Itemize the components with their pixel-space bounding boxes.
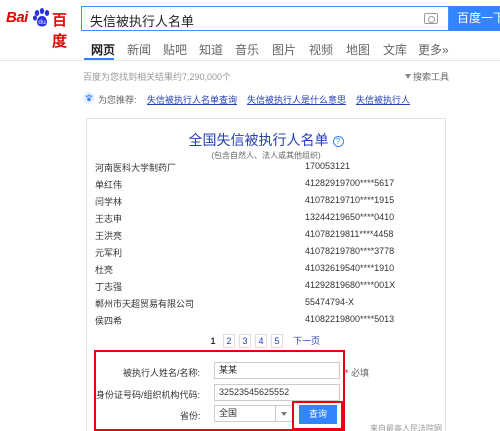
required-text: 必填 [351,368,370,378]
search-tools[interactable]: 搜索工具 [405,70,449,83]
search-tools-label: 搜索工具 [413,72,450,82]
table-row[interactable]: 杜亮 41032619540****1910 [95,263,435,280]
row-code: 170053121 [305,161,351,171]
table-row[interactable]: 王洪亮 41078219811****4458 [95,229,435,246]
table-row[interactable]: 单红伟 41282919700****5617 [95,178,435,195]
row-code: 55474794-X [305,297,355,307]
row-code: 41078219780****3778 [305,246,395,256]
row-code: 41282919700****5617 [305,178,395,188]
page-3[interactable]: 3 [239,334,251,348]
row-name: 丁志强 [95,282,123,292]
table-row[interactable]: 河南医科大学制药厂 170053121 [95,161,435,178]
table-row[interactable]: 丁志强 41292819680****001X [95,280,435,297]
tab-video[interactable]: 视频 [309,41,333,58]
baidu-logo[interactable]: Bai du 百度 [6,7,76,50]
card-subtitle: (包含自然人、法人或其他组织) [211,151,321,160]
tab-tieba[interactable]: 贴吧 [163,41,187,58]
tab-music[interactable]: 音乐 [235,41,259,58]
active-tab-indicator [84,58,114,60]
recommend-label: 为您推荐: [98,95,137,105]
paw-icon: du [33,8,50,27]
required-hint: * 必填 [345,366,369,379]
tab-wenku[interactable]: 文库 [383,41,407,58]
header: Bai du 百度 失信被执行人名单 百度一下 [0,0,500,50]
row-name: 杜亮 [95,265,114,275]
card-title[interactable]: 全国失信被执行人名单? [87,130,445,150]
card-title-text: 全国失信被执行人名单 [188,132,329,148]
row-code: 41082219800****5013 [305,314,395,324]
tab-more[interactable]: 更多» [418,41,449,58]
table-row[interactable]: 闫学林 41078219710****1915 [95,195,435,212]
row-name: 元军利 [95,248,123,258]
recommend-link[interactable]: 失信被执行人名单查询 [147,93,237,106]
search-button[interactable]: 百度一下 [449,6,500,31]
row-code: 41078219811****4458 [305,229,394,239]
result-count: 百度为您找到相关结果约7,290,000个 [83,72,232,82]
camera-icon[interactable] [424,13,438,24]
paw-icon [83,92,95,104]
table-row[interactable]: 元军利 41078219780****3778 [95,246,435,263]
row-name: 王洪亮 [95,231,123,241]
svg-text:du: du [38,19,46,26]
page-4[interactable]: 4 [255,334,267,348]
row-code: 41032619540****1910 [305,263,395,273]
row-name: 闫学林 [95,197,123,207]
table-row[interactable]: 侯四希 41082219800****5013 [95,314,435,331]
tab-zhidao[interactable]: 知道 [199,41,223,58]
row-code: 13244219650****0410 [305,212,395,222]
table-row[interactable]: 王志申 13244219650****0410 [95,212,435,229]
tab-images[interactable]: 图片 [272,41,296,58]
row-code: 41078219710****1915 [305,195,395,205]
tab-web[interactable]: 网页 [91,41,115,58]
row-name: 侯四希 [95,316,123,326]
page-1[interactable]: 1 [207,334,219,348]
required-star: * [345,368,349,378]
row-name: 王志申 [95,214,123,224]
table-row[interactable]: 郸州市天超贸易有限公司 55474794-X [95,297,435,314]
search-query-text: 失信被执行人名单 [90,14,195,29]
tab-map[interactable]: 地图 [346,41,370,58]
search-input[interactable]: 失信被执行人名单 [81,6,449,31]
recommend-link[interactable]: 失信被执行人 [356,93,410,106]
row-name: 单红伟 [95,180,123,190]
recommend-link[interactable]: 失信被执行人是什么意思 [247,93,346,106]
row-name: 河南医科大学制药厂 [95,163,177,173]
row-name: 郸州市天超贸易有限公司 [95,299,195,309]
logo-text-bai: Bai [6,9,28,26]
help-icon[interactable]: ? [332,136,344,147]
highlight-box-query-button [292,401,343,430]
funnel-icon [405,74,411,79]
tab-news[interactable]: 新闻 [127,41,151,58]
next-page-link[interactable]: 下一页 [292,334,326,348]
page-5[interactable]: 5 [271,334,283,348]
row-code: 41292819680****001X [305,280,396,290]
source-note: 来自最高人民法院网 [370,424,442,431]
nav-tabs: 网页 新闻 贴吧 知道 音乐 图片 视频 地图 文库 更多» [0,35,500,61]
page-2[interactable]: 2 [223,334,235,348]
